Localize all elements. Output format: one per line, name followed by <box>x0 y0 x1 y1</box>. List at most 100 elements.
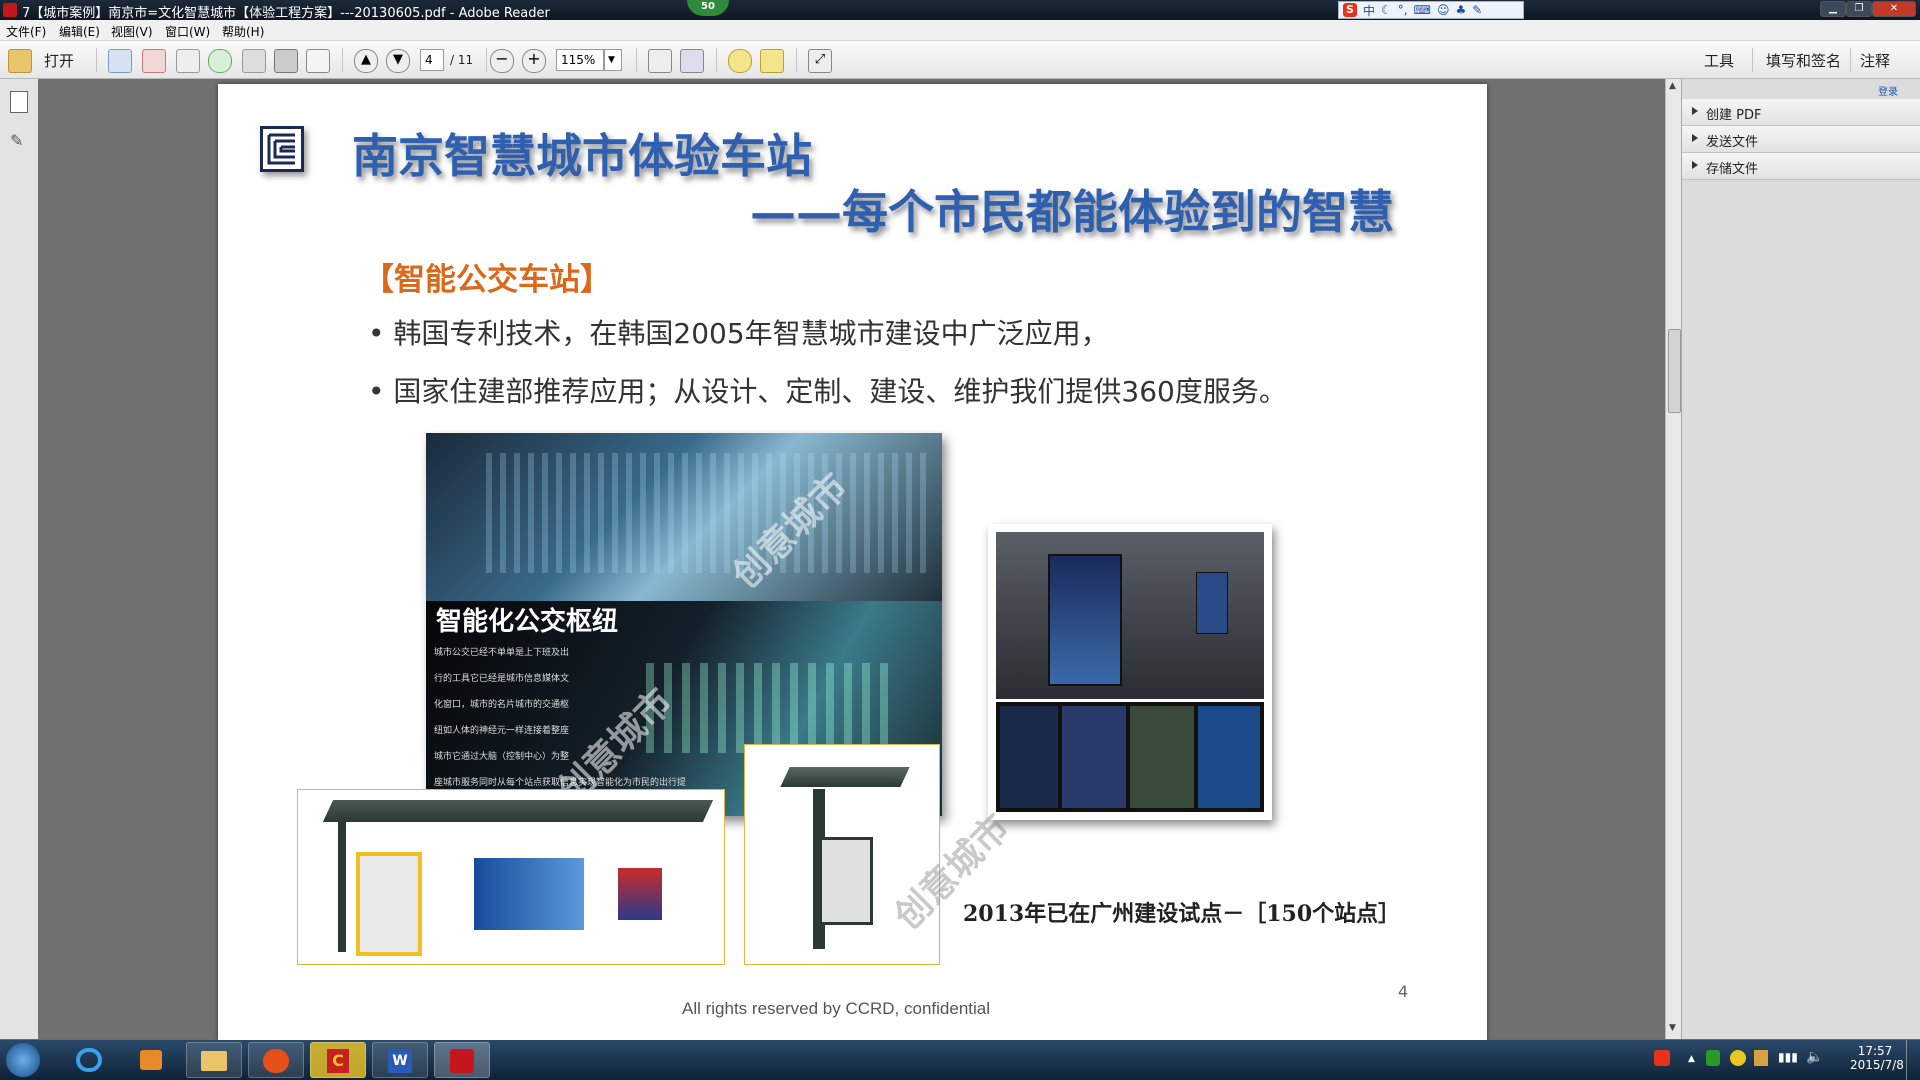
tray-app-icon[interactable] <box>1730 1050 1746 1066</box>
shelter-roof <box>322 800 714 822</box>
vertical-scrollbar[interactable]: ▲ ▼ <box>1665 79 1682 1039</box>
show-desktop-button[interactable] <box>1906 1040 1920 1080</box>
ime-mode-label[interactable]: 中 <box>1363 2 1375 19</box>
tray-shield-icon[interactable] <box>1706 1050 1720 1066</box>
tray-sogou-icon[interactable] <box>1654 1050 1670 1066</box>
pdf-logo-icon <box>450 1049 474 1073</box>
shelter-ad-panel <box>474 858 584 930</box>
window-title: 7【城市案例】南京市=文化智慧城市【体验工程方案】---20130605.pdf… <box>22 6 550 21</box>
menu-file[interactable]: 文件(F) <box>6 23 46 40</box>
cloud-upload-icon[interactable] <box>208 49 232 73</box>
tools-item-label: 创建 PDF <box>1706 108 1762 123</box>
tray-expand-icon[interactable]: ▲ <box>1688 1054 1695 1064</box>
shelter-roof <box>780 767 910 787</box>
tools-item-store-file[interactable]: 存储文件 <box>1682 153 1920 180</box>
app-orange-icon[interactable] <box>248 1042 304 1078</box>
tools-item-send-file[interactable]: 发送文件 <box>1682 126 1920 153</box>
network-icon[interactable]: ▮▮▮ <box>1778 1050 1798 1064</box>
moon-icon[interactable]: ☾ <box>1381 3 1392 17</box>
badge-counter[interactable]: 50 <box>687 0 729 16</box>
bullet-text: 国家住建部推荐应用；从设计、定制、建设、维护我们提供360度服务。 <box>393 375 1287 408</box>
photo-kiosk-screen <box>1048 554 1122 686</box>
skin-icon[interactable]: ♣ <box>1455 3 1466 17</box>
minimize-button[interactable]: ▁ <box>1820 1 1846 17</box>
word-icon[interactable]: W <box>372 1042 428 1078</box>
wrench-icon[interactable]: ✎ <box>1472 3 1482 17</box>
zoom-in-icon[interactable]: + <box>522 49 546 73</box>
menu-help[interactable]: 帮助(H) <box>222 23 264 40</box>
media-player-icon[interactable] <box>124 1042 180 1078</box>
export-pdf-icon[interactable] <box>142 49 166 73</box>
volume-icon[interactable]: 🔈 <box>1806 1049 1823 1065</box>
expand-arrow-icon <box>1692 107 1698 115</box>
app-c-icon[interactable]: C <box>310 1042 366 1078</box>
page-number-input[interactable]: 4 <box>420 49 444 71</box>
fill-sign-tab[interactable]: 填写和签名 <box>1766 50 1841 71</box>
menu-window[interactable]: 窗口(W) <box>165 23 210 40</box>
shelter-map-panel <box>819 837 873 925</box>
print-icon[interactable] <box>274 49 298 73</box>
fit-page-icon[interactable] <box>680 49 704 73</box>
tray-security-icon[interactable] <box>1754 1050 1768 1066</box>
shelter-pillar <box>338 822 346 952</box>
section-heading: 【智能公交车站】 <box>363 262 611 298</box>
highlight-icon[interactable] <box>760 49 784 73</box>
keyboard-icon[interactable]: ⌨ <box>1414 3 1431 17</box>
user-icon[interactable]: ☺ <box>1437 3 1450 17</box>
edit-pdf-icon[interactable] <box>176 49 200 73</box>
photo-overlay-text: 城市它通过大脑（控制中心）为整 <box>434 752 570 762</box>
left-navigation-pane: ✎ <box>0 79 39 1039</box>
adobe-reader-taskbar-icon[interactable] <box>434 1042 490 1078</box>
open-folder-icon[interactable] <box>8 49 32 73</box>
clock[interactable]: 17:57 2015/7/8 <box>1850 1044 1904 1072</box>
previous-page-icon[interactable]: ▲ <box>354 49 378 73</box>
start-button-windows-icon[interactable] <box>6 1043 40 1077</box>
file-explorer-icon[interactable] <box>186 1042 242 1078</box>
zoom-level-input[interactable]: 115% <box>556 49 604 71</box>
save-icon[interactable] <box>242 49 266 73</box>
attachments-paperclip-icon[interactable]: ✎ <box>10 131 26 151</box>
bus-shelter-render-large <box>297 789 725 965</box>
email-icon[interactable] <box>306 49 330 73</box>
zoom-out-icon[interactable]: − <box>490 49 514 73</box>
smart-screens-photo <box>988 524 1272 820</box>
zoom-dropdown-chevron-icon[interactable]: ▼ <box>604 49 622 71</box>
scrollbar-thumb[interactable] <box>1668 329 1681 413</box>
pdf-page: 南京智慧城市体验车站 ——每个市民都能体验到的智慧 【智能公交车站】 • 韩国专… <box>218 84 1487 1040</box>
scroll-up-arrow-icon[interactable]: ▲ <box>1669 81 1676 91</box>
menu-edit[interactable]: 编辑(E) <box>59 23 100 40</box>
toolbar-separator <box>342 48 343 72</box>
login-link[interactable]: 登录 <box>1878 83 1898 98</box>
comment-tab[interactable]: 注释 <box>1860 50 1890 71</box>
clock-time: 17:57 <box>1857 1044 1893 1058</box>
page-thumbnails-icon[interactable] <box>10 91 28 113</box>
fit-width-icon[interactable] <box>648 49 672 73</box>
bullet-item: • 国家住建部推荐应用；从设计、定制、建设、维护我们提供360度服务。 <box>368 375 1287 408</box>
photo-overlay-text: 行的工具它已经是城市信息媒体文 <box>434 674 570 684</box>
slide-subtitle: ——每个市民都能体验到的智慧 <box>750 185 1394 239</box>
internet-explorer-icon[interactable] <box>62 1042 118 1078</box>
punctuation-icon[interactable]: °, <box>1398 3 1408 17</box>
photo-app-screen <box>1062 706 1126 808</box>
close-button[interactable]: ✕ <box>1872 1 1916 17</box>
open-button[interactable]: 打开 <box>44 50 74 71</box>
fullscreen-icon[interactable]: ⤢ <box>808 49 832 73</box>
menu-bar: 文件(F) 编辑(E) 视图(V) 窗口(W) 帮助(H) <box>0 20 1920 41</box>
bullet-text: 韩国专利技术，在韩国2005年智慧城市建设中广泛应用， <box>393 317 1109 350</box>
clock-date: 2015/7/8 <box>1850 1058 1904 1072</box>
tools-item-create-pdf[interactable]: 创建 PDF <box>1682 99 1920 126</box>
photo-app-screen <box>1198 706 1260 808</box>
slide-title: 南京智慧城市体验车站 <box>352 129 812 183</box>
comment-icon[interactable] <box>728 49 752 73</box>
scroll-down-arrow-icon[interactable]: ▼ <box>1669 1023 1676 1033</box>
ime-toolbar[interactable]: S 中 ☾ °, ⌨ ☺ ♣ ✎ <box>1338 1 1524 19</box>
photo-shelter-screens <box>996 532 1264 699</box>
next-page-icon[interactable]: ▼ <box>386 49 410 73</box>
maximize-button[interactable]: ❐ <box>1846 1 1872 17</box>
app-logo-icon: C <box>327 1049 349 1073</box>
tools-tab[interactable]: 工具 <box>1704 50 1734 71</box>
page-footer: All rights reserved by CCRD, confidentia… <box>682 999 991 1018</box>
create-pdf-icon[interactable] <box>108 49 132 73</box>
menu-view[interactable]: 视图(V) <box>111 23 153 40</box>
tools-item-label: 发送文件 <box>1706 135 1759 150</box>
